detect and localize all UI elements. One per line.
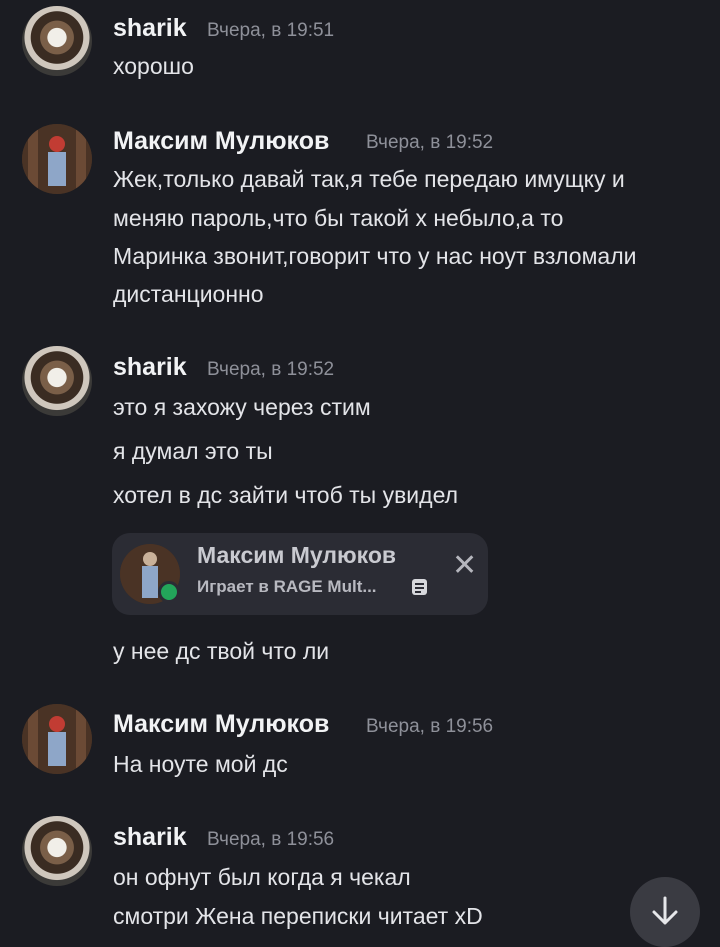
message-text: я думал это ты	[113, 438, 273, 464]
avatar[interactable]	[22, 816, 92, 886]
activity-card[interactable]: Максим Мулюков Играет в RAGE Mult... ✕	[112, 533, 488, 615]
timestamp: Вчера, в 19:52	[366, 132, 494, 153]
document-icon	[412, 579, 427, 595]
avatar[interactable]	[22, 704, 92, 774]
activity-user-name: Максим Мулюков	[197, 542, 397, 568]
timestamp: Вчера, в 19:56	[366, 716, 494, 737]
avatar[interactable]	[22, 346, 92, 416]
arrow-down-icon	[652, 896, 678, 925]
timestamp: Вчера, в 19:52	[207, 359, 335, 380]
timestamp: Вчера, в 19:51	[207, 20, 335, 41]
message-text: Маринка звонит,говорит что у нас ноут вз…	[113, 243, 637, 269]
message-text: у нее дс твой что ли	[113, 638, 330, 664]
avatar[interactable]	[22, 6, 92, 76]
message-text: меняю пароль,что бы такой х небыло,а то	[113, 205, 564, 231]
close-icon[interactable]: ✕	[452, 551, 477, 581]
message-text: он офнут был когда я чекал	[113, 864, 411, 890]
author-name[interactable]: Максим Мулюков	[113, 127, 329, 156]
author-name[interactable]: sharik	[113, 353, 187, 382]
message-text: Жек,только давай так,я тебе передаю имущ…	[113, 166, 625, 192]
author-name[interactable]: sharik	[113, 14, 187, 43]
message-text: это я захожу через стим	[113, 394, 371, 420]
message-text: дистанционно	[113, 281, 264, 307]
message-text: хотел в дс зайти чтоб ты увидел	[113, 482, 459, 508]
activity-status: Играет в RAGE Mult...	[197, 577, 377, 596]
avatar[interactable]	[22, 124, 92, 194]
scroll-to-bottom-button[interactable]	[630, 877, 700, 947]
online-status-icon	[158, 581, 180, 603]
message-text: На ноуте мой дс	[113, 751, 288, 777]
message-text: смотри Жена переписки читает xD	[113, 903, 483, 929]
message-text: хорошо	[113, 53, 194, 79]
author-name[interactable]: sharik	[113, 823, 187, 852]
author-name[interactable]: Максим Мулюков	[113, 710, 329, 739]
timestamp: Вчера, в 19:56	[207, 829, 335, 850]
